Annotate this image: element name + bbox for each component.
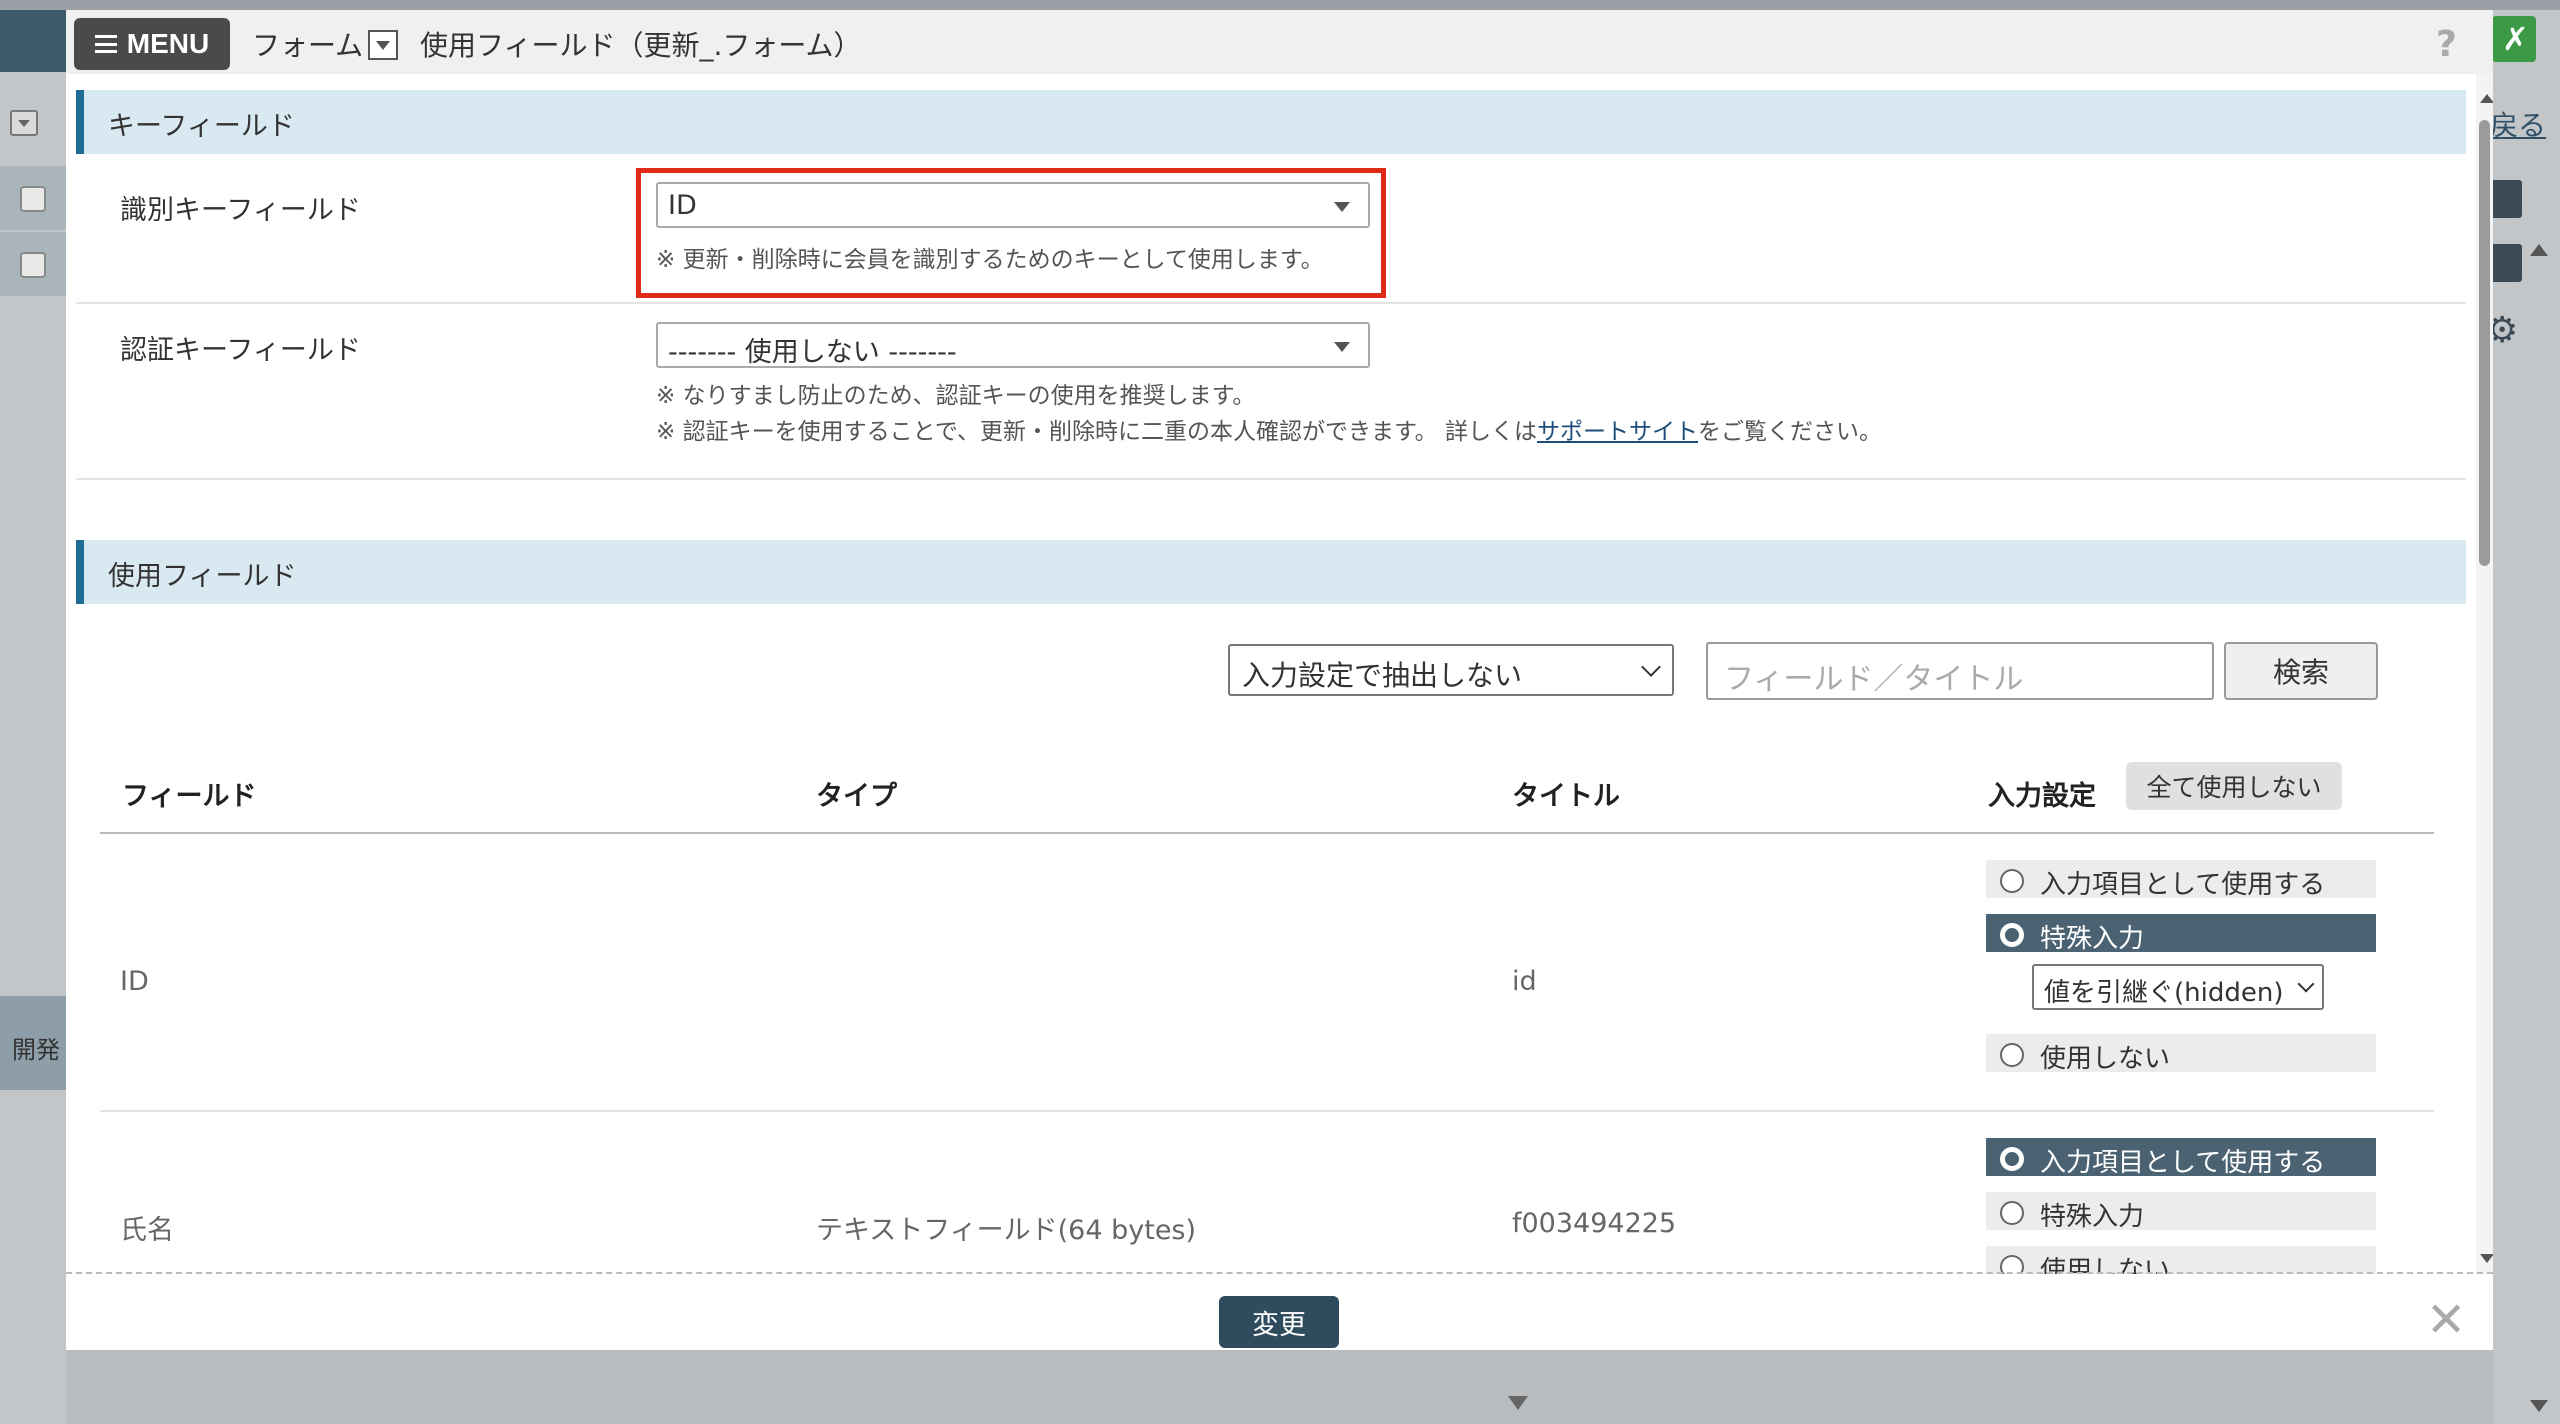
radio-label: 使用しない [2040,1044,2171,1074]
filter-select[interactable]: 入力設定で抽出しない [1228,644,1674,696]
column-header-title: タイトル [1512,781,1620,812]
authentication-key-label: 認証キーフィールド [120,335,361,366]
authentication-key-note-2: ※ 認証キーを使用することで、更新・削除時に二重の本人確認ができます。 詳しくは… [656,412,1882,446]
modal-content: キーフィールド 識別キーフィールド ID ※ 更新・削除時に会員を識別するための… [66,74,2476,1274]
background-right-column [2493,10,2560,1424]
radio-special-input-name[interactable]: 特殊入力 [1986,1192,2376,1232]
row-type-name: テキストフィールド(64 bytes) [816,1215,1197,1246]
radio-circle-icon [2000,1043,2024,1067]
help-icon[interactable]: ? [2436,24,2457,65]
background-checkbox[interactable] [20,252,46,278]
radio-circle-icon [2000,869,2024,893]
chevron-down-icon [1641,657,1661,677]
background-left-band [0,10,66,72]
background-side-label[interactable]: 開発 [0,996,66,1090]
scroll-up-icon[interactable] [2480,94,2493,103]
breadcrumb-form[interactable]: フォーム [252,24,363,64]
search-input[interactable]: フィールド／タイトル [1706,642,2214,700]
field-settings-modal: MENU フォーム 使用フィールド（更新_.フォーム） ? キーフィールド 識別… [66,10,2493,1350]
radio-circle-icon [2000,923,2024,947]
background-tool-button[interactable] [2490,244,2522,282]
highlight-annotation-box [636,168,1386,298]
vertical-scrollbar[interactable] [2476,74,2493,1274]
filter-select-value: 入力設定で抽出しない [1242,659,1523,692]
scrollbar-thumb[interactable] [2479,120,2490,566]
hamburger-icon [94,35,117,53]
row-title-id: id [1512,966,1537,997]
special-input-select[interactable]: 値を引継ぐ(hidden) [2032,964,2324,1010]
modal-header: MENU フォーム 使用フィールド（更新_.フォーム） ? [66,10,2493,74]
background-scroll-up-icon[interactable] [2530,244,2548,256]
row-field-name: 氏名 [120,1215,174,1246]
table-header-line [100,832,2434,834]
radio-circle-icon [2000,1147,2024,1171]
radio-use-as-input-name[interactable]: 入力項目として使用する [1986,1138,2376,1178]
background-expand-arrow-icon[interactable] [1508,1396,1528,1410]
background-toggle-dropdown[interactable] [10,110,38,136]
column-header-type: タイプ [816,781,897,812]
column-header-field: フィールド [122,781,257,812]
radio-unused-id[interactable]: 使用しない [1986,1034,2376,1074]
background-back-link[interactable]: 戻る [2490,104,2546,144]
row-field-id: ID [120,966,149,997]
support-site-link[interactable]: サポートサイト [1537,419,1698,445]
key-field-section-header: キーフィールド [76,90,2466,154]
special-input-value: 値を引継ぐ(hidden) [2044,978,2284,1008]
all-unused-button[interactable]: 全て使用しない [2126,762,2342,810]
chevron-down-icon [2297,975,2315,993]
column-header-input-setting: 入力設定 [1988,781,2096,812]
radio-special-input-id[interactable]: 特殊入力 [1986,914,2376,954]
row-divider [100,1110,2434,1112]
submit-button[interactable]: 変更 [1219,1296,1339,1348]
background-checkbox[interactable] [20,186,46,212]
excel-logo-icon[interactable] [2492,16,2536,62]
authentication-note-prefix: ※ 認証キーを使用することで、更新・削除時に二重の本人確認ができます。 詳しくは [656,419,1537,445]
identification-key-label: 識別キーフィールド [120,195,361,226]
radio-label: 特殊入力 [2040,924,2145,954]
authentication-note-suffix: をご覧ください。 [1697,419,1882,445]
row-title-name: f003494225 [1512,1208,1677,1239]
breadcrumb-dropdown-icon[interactable] [368,30,398,60]
radio-use-as-input-id[interactable]: 入力項目として使用する [1986,860,2376,900]
divider [76,478,2466,480]
scroll-down-icon[interactable] [2480,1254,2493,1263]
triangle-down-icon [1334,342,1350,352]
authentication-key-note-1: ※ なりすまし防止のため、認証キーの使用を推奨します。 [656,383,1256,409]
menu-button[interactable]: MENU [74,18,230,70]
radio-label: 入力項目として使用する [2040,870,2326,900]
used-fields-section-header: 使用フィールド [76,540,2466,604]
radio-circle-icon [2000,1201,2024,1225]
close-icon[interactable]: ✕ [2426,1292,2466,1348]
background-scroll-down-icon[interactable] [2530,1400,2548,1412]
background-topbar [0,0,2560,10]
menu-label: MENU [126,28,210,59]
radio-unused-name[interactable]: 使用しない [1986,1246,2376,1274]
authentication-key-select[interactable]: ------- 使用しない ------- [656,322,1370,368]
divider [76,302,2466,304]
search-button[interactable]: 検索 [2224,642,2378,700]
radio-label: 特殊入力 [2040,1202,2145,1232]
radio-label: 入力項目として使用する [2040,1148,2326,1178]
background-tool-button[interactable] [2490,180,2522,218]
authentication-key-value: ------- 使用しない ------- [668,337,957,368]
modal-footer: 変更 ✕ [66,1274,2493,1350]
page-title: 使用フィールド（更新_.フォーム） [420,29,862,62]
